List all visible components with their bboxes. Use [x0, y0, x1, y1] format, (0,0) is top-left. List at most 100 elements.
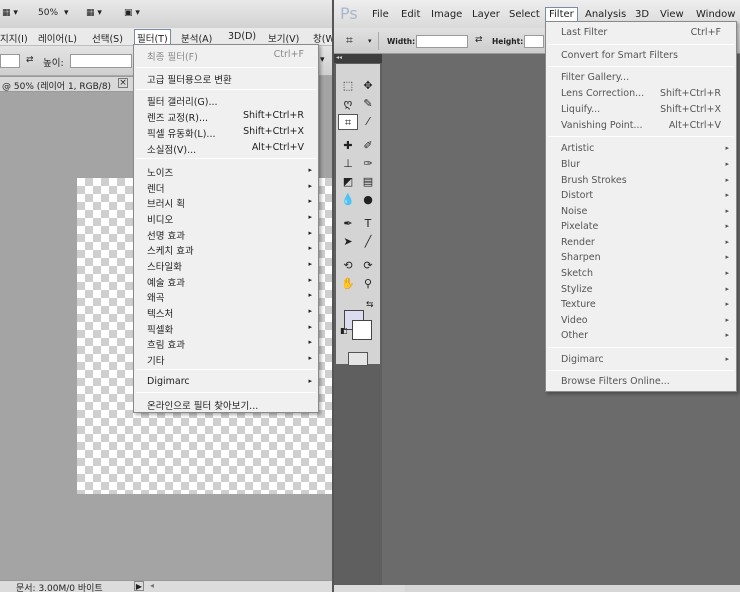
gradient-tool-icon[interactable]: ▤ — [358, 174, 378, 190]
submenu-stylize[interactable]: 스타일화 ▸ — [134, 257, 318, 273]
menu-select[interactable]: Select — [509, 9, 540, 20]
menu-item-liquify[interactable]: Liquify... Shift+Ctrl+X — [546, 102, 736, 117]
menu-analysis[interactable]: Analysis — [585, 9, 626, 20]
menu-item-convert-smart-filters[interactable]: Convert for Smart Filters — [546, 48, 736, 63]
submenu-render[interactable]: 렌더 ▸ — [134, 179, 318, 195]
arrange-documents-icon[interactable]: ▦ ▾ — [86, 8, 102, 18]
background-color-swatch[interactable] — [352, 320, 372, 340]
line-tool-icon[interactable]: ╱ — [358, 234, 378, 250]
menu-item-liquify[interactable]: 픽셀 유동화(L)... Shift+Ctrl+X — [134, 124, 318, 140]
width-field[interactable] — [0, 54, 20, 68]
menu-item-filter-gallery[interactable]: 필터 갤러리(G)... — [134, 92, 318, 108]
submenu-sharpen[interactable]: 선명 효과 ▸ — [134, 226, 318, 242]
submenu-distort[interactable]: 왜곡 ▸ — [134, 288, 318, 304]
healing-brush-tool-icon[interactable]: ✚ — [338, 138, 358, 154]
menu-analysis[interactable]: 분석(A) — [181, 31, 212, 45]
submenu-blur[interactable]: 흐림 효과 ▸ — [134, 335, 318, 351]
path-selection-tool-icon[interactable]: ➤ — [338, 234, 358, 250]
menu-item-browse-filters-online[interactable]: Browse Filters Online... — [546, 374, 736, 389]
zoom-tool-icon[interactable]: ⚲ — [358, 276, 378, 292]
default-colors-icon[interactable]: ◧ — [340, 326, 348, 335]
menu-item-last-filter[interactable]: 최종 필터(F) Ctrl+F — [134, 47, 318, 63]
swap-colors-icon[interactable]: ⇆ — [366, 300, 374, 310]
submenu-other[interactable]: 기타 ▸ — [134, 351, 318, 367]
close-tab-icon[interactable]: × — [118, 78, 128, 88]
history-brush-tool-icon[interactable]: ✑ — [358, 156, 378, 172]
submenu-other[interactable]: Other ▸ — [546, 328, 736, 343]
menu-edit[interactable]: Edit — [401, 9, 420, 20]
menu-image[interactable]: Image — [431, 9, 462, 20]
submenu-artistic[interactable]: 예술 효과 ▸ — [134, 273, 318, 289]
menu-layer[interactable]: 레이어(L) — [38, 31, 77, 45]
3d-rotate-tool-icon[interactable]: ⟲ — [338, 258, 358, 274]
status-menu-arrow-icon[interactable]: ▶ — [134, 581, 144, 591]
height-field[interactable] — [70, 54, 132, 68]
menu-3d[interactable]: 3D — [635, 9, 649, 20]
menu-file[interactable]: File — [372, 9, 389, 20]
menu-item-vanishing-point[interactable]: 소실점(V)... Alt+Ctrl+V — [134, 140, 318, 156]
units-dropdown-icon[interactable]: ▾ — [320, 55, 325, 65]
scroll-left-icon[interactable]: ◂ — [150, 581, 154, 590]
clone-stamp-tool-icon[interactable]: ⊥ — [338, 156, 358, 172]
crop-tool-icon[interactable]: ⌗ — [346, 33, 353, 48]
dodge-tool-icon[interactable]: ● — [358, 192, 378, 208]
submenu-video[interactable]: 비디오 ▸ — [134, 210, 318, 226]
menu-window[interactable]: Window — [696, 9, 735, 20]
menu-3d[interactable]: 3D(D) — [228, 31, 256, 42]
menu-item-lens-correction[interactable]: 렌즈 교정(R)... Shift+Ctrl+R — [134, 108, 318, 124]
tools-panel-header[interactable]: ◂◂ — [334, 54, 382, 63]
quick-mask-icon[interactable] — [348, 352, 368, 366]
pen-tool-icon[interactable]: ✒ — [338, 216, 358, 232]
submenu-render[interactable]: Render ▸ — [546, 235, 736, 250]
menu-item-filter-gallery[interactable]: Filter Gallery... — [546, 70, 736, 85]
brush-tool-icon[interactable]: ✐ — [358, 138, 378, 154]
launch-bridge-icon[interactable]: ▦ ▾ — [2, 8, 18, 18]
zoom-chevron-icon[interactable]: ▾ — [64, 8, 69, 18]
submenu-pixelate[interactable]: Pixelate ▸ — [546, 219, 736, 234]
3d-orbit-tool-icon[interactable]: ⟳ — [358, 258, 378, 274]
eyedropper-tool-icon[interactable]: ⁄ — [358, 114, 378, 130]
submenu-sharpen[interactable]: Sharpen ▸ — [546, 250, 736, 265]
submenu-blur[interactable]: Blur ▸ — [546, 157, 736, 172]
submenu-pixelate[interactable]: 픽셀화 ▸ — [134, 320, 318, 336]
submenu-noise[interactable]: Noise ▸ — [546, 204, 736, 219]
tool-preset-chevron-icon[interactable]: ▾ — [368, 37, 372, 45]
submenu-texture[interactable]: 텍스처 ▸ — [134, 304, 318, 320]
quick-selection-tool-icon[interactable]: ✎ — [358, 96, 378, 112]
menu-view[interactable]: View — [660, 9, 684, 20]
swap-dimensions-icon[interactable]: ⇄ — [475, 35, 483, 45]
submenu-digimarc[interactable]: Digimarc ▸ — [134, 374, 318, 390]
marquee-tool-icon[interactable]: ⬚ — [338, 78, 358, 94]
submenu-stylize[interactable]: Stylize ▸ — [546, 282, 736, 297]
lasso-tool-icon[interactable]: ღ — [338, 96, 358, 112]
submenu-video[interactable]: Video ▸ — [546, 313, 736, 328]
menu-item-convert-smart-filters[interactable]: 고급 필터용으로 변환 — [134, 70, 318, 86]
menu-filter[interactable]: Filter — [545, 7, 578, 22]
menu-select[interactable]: 선택(S) — [92, 31, 123, 45]
submenu-brush-strokes[interactable]: 브러시 획 ▸ — [134, 194, 318, 210]
menu-window[interactable]: 창(W) — [313, 31, 332, 45]
move-tool-icon[interactable]: ✥ — [358, 78, 378, 94]
submenu-artistic[interactable]: Artistic ▸ — [546, 141, 736, 156]
menu-item-vanishing-point[interactable]: Vanishing Point... Alt+Ctrl+V — [546, 118, 736, 133]
submenu-noise[interactable]: 노이즈 ▸ — [134, 163, 318, 179]
crop-tool-icon[interactable]: ⌗ — [338, 114, 358, 130]
menu-view[interactable]: 보기(V) — [268, 31, 299, 45]
submenu-digimarc[interactable]: Digimarc ▸ — [546, 352, 736, 367]
submenu-sketch[interactable]: Sketch ▸ — [546, 266, 736, 281]
zoom-level-dropdown[interactable]: 50% — [38, 8, 58, 18]
menu-image[interactable]: 지지(I) — [0, 31, 28, 45]
type-tool-icon[interactable]: T — [358, 216, 378, 232]
submenu-sketch[interactable]: 스케치 효과 ▸ — [134, 241, 318, 257]
menu-item-browse-filters-online[interactable]: 온라인으로 필터 찾아보기... — [134, 396, 318, 412]
hand-tool-icon[interactable]: ✋ — [338, 276, 358, 292]
height-field[interactable] — [524, 35, 544, 48]
submenu-distort[interactable]: Distort ▸ — [546, 188, 736, 203]
width-field[interactable] — [416, 35, 468, 48]
menu-item-last-filter[interactable]: Last Filter Ctrl+F — [546, 25, 736, 40]
screen-mode-icon[interactable]: ▣ ▾ — [124, 8, 140, 18]
submenu-brush-strokes[interactable]: Brush Strokes ▸ — [546, 173, 736, 188]
menu-item-lens-correction[interactable]: Lens Correction... Shift+Ctrl+R — [546, 86, 736, 101]
submenu-texture[interactable]: Texture ▸ — [546, 297, 736, 312]
menu-layer[interactable]: Layer — [472, 9, 500, 20]
